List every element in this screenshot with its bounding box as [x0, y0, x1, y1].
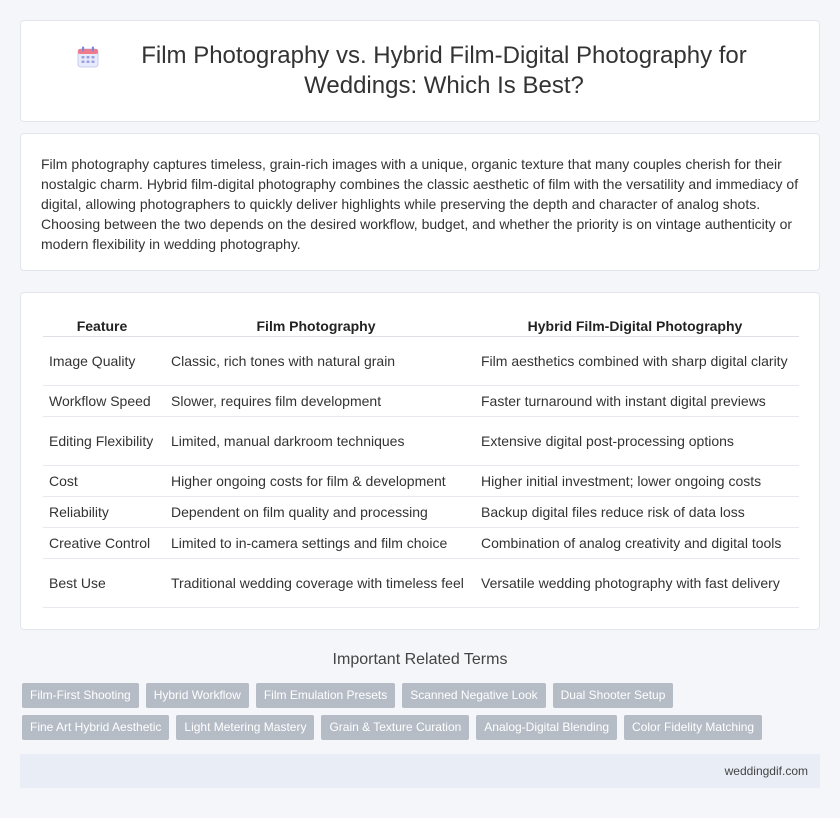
table-row: Best Use Traditional wedding coverage wi… — [43, 559, 799, 608]
row-film: Dependent on film quality and processing — [161, 497, 471, 528]
row-feature: Editing Flexibility — [43, 417, 161, 466]
row-film: Traditional wedding coverage with timele… — [161, 559, 471, 608]
related-tag[interactable]: Hybrid Workflow — [145, 683, 249, 708]
related-terms-title: Important Related Terms — [332, 651, 508, 668]
related-tag[interactable]: Color Fidelity Matching — [624, 715, 763, 740]
table-row: Creative Control Limited to in-camera se… — [43, 528, 799, 559]
related-tag[interactable]: Film-First Shooting — [22, 683, 139, 708]
row-feature: Reliability — [43, 497, 161, 528]
row-hybrid: Extensive digital post-processing option… — [471, 417, 799, 466]
row-feature: Creative Control — [43, 528, 161, 559]
related-tag[interactable]: Light Metering Mastery — [176, 715, 315, 740]
related-tag[interactable]: Grain & Texture Curation — [321, 715, 470, 740]
table-header-row: Feature Film Photography Hybrid Film-Dig… — [43, 313, 799, 337]
footer-site-link[interactable]: weddingdif.com — [725, 764, 808, 778]
related-tag[interactable]: Fine Art Hybrid Aesthetic — [22, 715, 170, 740]
footer: weddingdif.com — [20, 754, 820, 788]
related-tag[interactable]: Dual Shooter Setup — [552, 683, 674, 708]
related-tag[interactable]: Scanned Negative Look — [402, 683, 546, 708]
row-feature: Best Use — [43, 559, 161, 608]
title-card: Film Photography vs. Hybrid Film-Digital… — [20, 20, 820, 122]
page-title: Film Photography vs. Hybrid Film-Digital… — [141, 42, 747, 99]
row-hybrid: Combination of analog creativity and dig… — [471, 528, 799, 559]
table-row: Image Quality Classic, rich tones with n… — [43, 337, 799, 386]
related-tag[interactable]: Analog-Digital Blending — [476, 715, 618, 740]
row-film: Classic, rich tones with natural grain — [161, 337, 471, 386]
comparison-table: Feature Film Photography Hybrid Film-Dig… — [43, 313, 799, 608]
table-row: Reliability Dependent on film quality an… — [43, 497, 799, 528]
intro-paragraph: Film photography captures timeless, grai… — [41, 156, 799, 252]
row-feature: Cost — [43, 466, 161, 497]
row-film: Slower, requires film development — [161, 386, 471, 417]
related-tag[interactable]: Film Emulation Presets — [255, 683, 396, 708]
row-hybrid: Faster turnaround with instant digital p… — [471, 386, 799, 417]
related-tags-row-1: Film-First Shooting Hybrid Workflow Film… — [22, 683, 822, 708]
header-feature: Feature — [43, 313, 161, 337]
row-film: Limited to in-camera settings and film c… — [161, 528, 471, 559]
header-film: Film Photography — [161, 313, 471, 337]
related-tags-row-2: Fine Art Hybrid Aesthetic Light Metering… — [22, 715, 822, 740]
row-film: Higher ongoing costs for film & developm… — [161, 466, 471, 497]
row-film: Limited, manual darkroom techniques — [161, 417, 471, 466]
table-row: Cost Higher ongoing costs for film & dev… — [43, 466, 799, 497]
calendar-icon — [77, 46, 99, 68]
row-hybrid: Versatile wedding photography with fast … — [471, 559, 799, 608]
row-hybrid: Backup digital files reduce risk of data… — [471, 497, 799, 528]
intro-card: Film photography captures timeless, grai… — [20, 133, 820, 271]
row-hybrid: Higher initial investment; lower ongoing… — [471, 466, 799, 497]
row-hybrid: Film aesthetics combined with sharp digi… — [471, 337, 799, 386]
header-hybrid: Hybrid Film-Digital Photography — [471, 313, 799, 337]
title-wrap: Film Photography vs. Hybrid Film-Digital… — [50, 41, 790, 101]
comparison-card: Feature Film Photography Hybrid Film-Dig… — [20, 292, 820, 630]
table-row: Editing Flexibility Limited, manual dark… — [43, 417, 799, 466]
row-feature: Workflow Speed — [43, 386, 161, 417]
table-row: Workflow Speed Slower, requires film dev… — [43, 386, 799, 417]
row-feature: Image Quality — [43, 337, 161, 386]
